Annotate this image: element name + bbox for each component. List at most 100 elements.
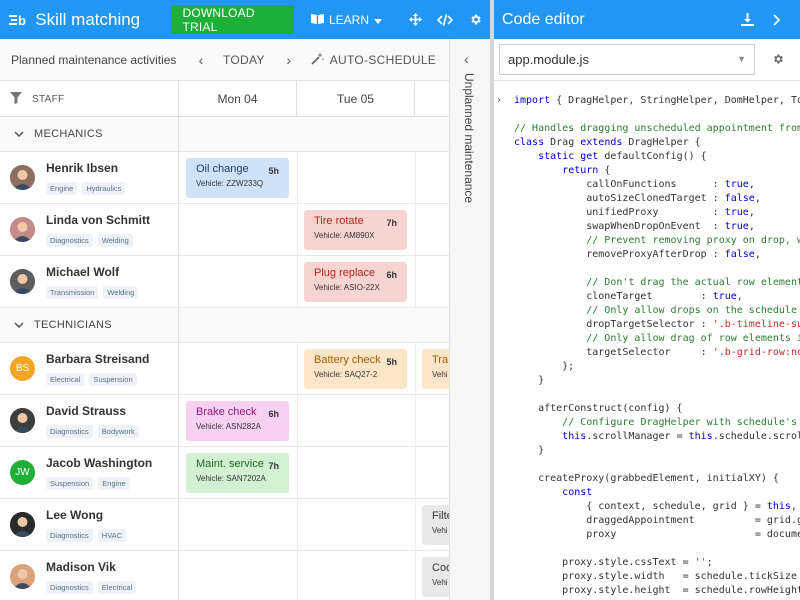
code-editor-body[interactable]: › import { DragHelper, StringHelper, Dom… (494, 81, 800, 600)
day-divider (297, 447, 298, 498)
table-row[interactable]: Linda von Schmitt Diagnostics Welding Tire … (0, 204, 449, 256)
event-bar[interactable]: Plug replace 6h Vehicle: ASIO-22X (304, 262, 407, 302)
skill-tags: Suspension Engine (46, 477, 130, 490)
group-row[interactable]: MECHANICS (0, 117, 449, 152)
day-divider (297, 256, 298, 307)
table-row[interactable]: Lee Wong Diagnostics HVAC Filte Vehi (0, 499, 449, 551)
event-bar[interactable]: Oil change 5h Vehicle: ZZW233Q (186, 158, 289, 198)
code-line: return { (562, 165, 611, 176)
day-divider (415, 152, 416, 203)
day-divider (415, 395, 416, 446)
code-line: // Configure DragHelper with schedule's … (562, 417, 800, 428)
code-line: static get defaultConfig() { (538, 151, 707, 162)
event-duration: 5h (268, 166, 279, 176)
event-bar[interactable]: Filte Vehi (422, 505, 449, 545)
chevron-down-icon[interactable] (14, 128, 24, 140)
code-line: proxy = document. (514, 529, 800, 540)
skill-tag: Diagnostics (46, 234, 93, 247)
skill-tag: Engine (46, 182, 78, 195)
grid-header: STAFF Mon 04 Tue 05 (0, 81, 449, 117)
skill-tag: Engine (98, 477, 130, 490)
filter-icon[interactable] (10, 91, 22, 107)
day-divider (415, 343, 416, 394)
code-icon[interactable] (430, 0, 460, 39)
event-bar[interactable]: Brake check 6h Vehicle: ASN282A (186, 401, 289, 441)
day-header-mon: Mon 04 (179, 81, 297, 117)
learn-menu-button[interactable]: LEARN (311, 12, 383, 27)
skill-tag: Hydraulics (82, 182, 126, 195)
table-row[interactable]: Henrik Ibsen Engine Hydraulics Oil change 5h… (0, 152, 449, 204)
staff-column-header[interactable]: STAFF (0, 81, 179, 117)
avatar (10, 564, 35, 589)
top-bar: b Skill matching DOWNLOAD TRIAL LEARN (0, 0, 490, 39)
auto-schedule-button[interactable]: AUTO-SCHEDULE (311, 52, 436, 68)
event-vehicle: Vehicle: ZZW233Q (196, 179, 264, 188)
group-row[interactable]: TECHNICIANS (0, 308, 449, 343)
caret-down-icon (374, 13, 383, 27)
app-title: Skill matching (35, 9, 141, 29)
event-title: Coo (432, 562, 449, 574)
skill-tag: Bodywork (97, 425, 139, 438)
skill-tag: Welding (97, 234, 133, 247)
settings-gear-icon[interactable] (460, 0, 490, 39)
today-button[interactable]: TODAY (223, 53, 265, 67)
next-arrow-icon[interactable]: › (279, 52, 299, 68)
skill-tags: Diagnostics Electrical (46, 581, 137, 594)
scheduler-grid: STAFF Mon 04 Tue 05 MECHANICS Henrik Ibse… (0, 81, 449, 600)
event-bar[interactable]: Battery check 5h Vehicle: SAQ27-2 (304, 349, 407, 389)
fold-arrow-icon[interactable]: › (496, 94, 502, 108)
table-row[interactable]: JW Jacob Washington Suspension Engine Maint.… (0, 447, 449, 499)
table-row[interactable]: David Strauss Diagnostics Bodywork Brake ch… (0, 395, 449, 447)
day-divider (297, 204, 298, 255)
bryntum-logo-icon[interactable]: b (6, 0, 33, 39)
avatar (10, 165, 35, 190)
day-divider (415, 499, 416, 550)
avatar (10, 217, 35, 242)
code-line: import { DragHelper, StringHelper, DomHe… (514, 95, 800, 106)
event-title: Brake check (196, 406, 257, 418)
file-select[interactable]: app.module.js ▼ (499, 44, 755, 75)
group-header[interactable]: MECHANICS (14, 117, 103, 151)
table-row[interactable]: BS Barbara Streisand Electrical Suspension B… (0, 343, 449, 395)
event-bar[interactable]: Tra Vehi (422, 349, 449, 389)
staff-name: David Strauss (46, 404, 127, 418)
table-row[interactable]: Michael Wolf Transmission Welding Plug repl… (0, 256, 449, 308)
chevron-down-icon[interactable] (14, 319, 24, 331)
skill-tag: Diagnostics (46, 529, 93, 542)
code-line: proxy.style.cssText = ''; (514, 557, 713, 568)
code-line: removeProxyAfterDrop : false, (514, 249, 761, 260)
fullscreen-move-icon[interactable] (400, 0, 430, 39)
code-editor-title: Code editor (502, 10, 585, 28)
learn-label: LEARN (329, 12, 370, 27)
day-divider (297, 499, 298, 550)
download-trial-button[interactable]: DOWNLOAD TRIAL (171, 5, 294, 34)
skill-tag: Diagnostics (46, 581, 93, 594)
event-duration: 6h (268, 409, 279, 419)
skill-tag: HVAC (97, 529, 127, 542)
day-divider (297, 152, 298, 203)
book-icon (311, 13, 324, 27)
skill-tags: Diagnostics HVAC (46, 529, 127, 542)
table-row[interactable]: Madison Vik Diagnostics Electrical Coo Vehi (0, 551, 449, 600)
avatar: BS (10, 356, 35, 381)
avatar (10, 269, 35, 294)
staff-name: Barbara Streisand (46, 352, 150, 366)
event-bar[interactable]: Maint. service 7h Vehicle: SAN7202A (186, 453, 289, 493)
staff-name: Henrik Ibsen (46, 161, 119, 175)
event-bar[interactable]: Tire rotate 7h Vehicle: AM890X (304, 210, 407, 250)
event-vehicle: Vehicle: SAN7202A (196, 474, 266, 483)
chevron-left-icon[interactable]: ‹ (464, 51, 469, 67)
editor-settings-gear-icon[interactable] (772, 52, 784, 70)
skill-tags: Diagnostics Welding (46, 234, 133, 247)
chevron-right-icon[interactable] (762, 0, 792, 39)
event-title: Plug replace (314, 267, 376, 279)
download-icon[interactable] (732, 0, 762, 39)
event-title: Battery check (314, 354, 381, 366)
avatar (10, 512, 35, 537)
staff-name: Jacob Washington (46, 456, 153, 470)
group-header[interactable]: TECHNICIANS (14, 308, 112, 342)
previous-arrow-icon[interactable]: ‹ (191, 52, 211, 68)
unplanned-panel[interactable]: ‹ Unplanned maintenance (449, 39, 490, 600)
event-bar[interactable]: Coo Vehi (422, 557, 449, 597)
event-vehicle: Vehi (432, 526, 448, 535)
